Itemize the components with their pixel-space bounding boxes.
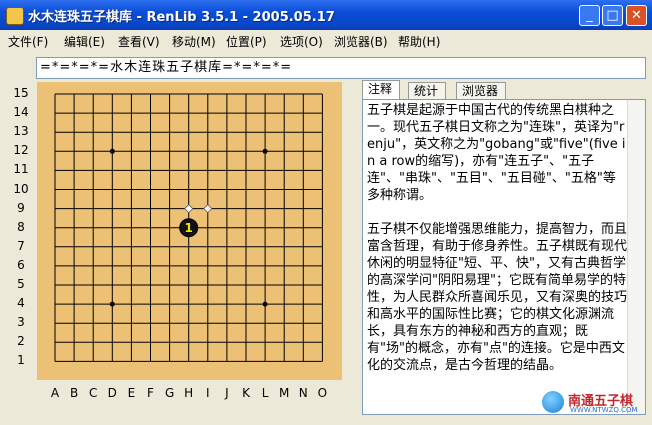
col-label: M bbox=[279, 386, 290, 400]
row-label: 9 bbox=[17, 200, 25, 215]
menu-position[interactable]: 位置(P) bbox=[226, 33, 267, 50]
vertical-scrollbar[interactable] bbox=[627, 100, 645, 414]
menu-view[interactable]: 查看(V) bbox=[118, 33, 160, 50]
col-label: F bbox=[147, 386, 154, 400]
window-title: 水木连珠五子棋库 - RenLib 3.5.1 - 2005.05.17 bbox=[28, 10, 335, 25]
row-label: 5 bbox=[17, 277, 25, 291]
col-label: C bbox=[88, 386, 98, 400]
row-label: 12 bbox=[13, 143, 29, 158]
col-label: H bbox=[184, 386, 194, 400]
col-label: B bbox=[69, 386, 79, 400]
row-label: 10 bbox=[13, 181, 29, 196]
row-label: 4 bbox=[17, 296, 25, 311]
tab-statistics[interactable]: 统计 bbox=[408, 82, 446, 99]
row-label: 6 bbox=[17, 257, 25, 272]
col-label: N bbox=[298, 386, 308, 400]
maximize-button[interactable]: □ bbox=[602, 5, 623, 26]
stone-number: 1 bbox=[185, 221, 193, 235]
candidate-marker[interactable] bbox=[184, 204, 194, 214]
row-label: 3 bbox=[17, 315, 25, 330]
board-grid: 1 bbox=[54, 93, 323, 362]
row-label: 7 bbox=[17, 238, 25, 253]
row-label: 14 bbox=[13, 105, 29, 120]
menu-move[interactable]: 移动(M) bbox=[172, 33, 216, 50]
col-label: A bbox=[50, 386, 60, 400]
star-point bbox=[109, 148, 115, 154]
tab-browser[interactable]: 浏览器 bbox=[456, 82, 506, 99]
logo-url: WWW.NTWZQ.COM bbox=[570, 406, 638, 414]
col-label: E bbox=[127, 386, 136, 400]
star-point bbox=[262, 148, 268, 154]
row-label: 8 bbox=[17, 219, 25, 234]
game-board[interactable]: 1 bbox=[37, 82, 342, 380]
menu-bar: 文件(F) 编辑(E) 查看(V) 移动(M) 位置(P) 选项(O) 浏览器(… bbox=[0, 30, 652, 50]
logo-icon bbox=[542, 391, 564, 413]
col-label: L bbox=[261, 386, 269, 400]
star-point bbox=[262, 301, 268, 307]
col-label: G bbox=[164, 386, 175, 400]
col-label: O bbox=[317, 386, 328, 400]
tab-comment[interactable]: 注释 bbox=[362, 80, 400, 99]
board-area: 15 14 13 12 11 10 9 8 7 6 5 4 3 2 1 ABCDEFGHI JKLMNO 1 bbox=[8, 82, 356, 415]
menu-file[interactable]: 文件(F) bbox=[8, 33, 48, 50]
row-label: 13 bbox=[13, 124, 29, 139]
comment-line-field[interactable]: =*=*=*=水木连珠五子棋库=*=*=*= bbox=[36, 57, 646, 79]
col-label: D bbox=[107, 386, 117, 400]
watermark-logo: 南通五子棋 WWW.NTWZQ.COM bbox=[540, 390, 644, 416]
candidate-marker[interactable] bbox=[203, 204, 213, 214]
menu-options[interactable]: 选项(O) bbox=[280, 33, 323, 50]
menu-help[interactable]: 帮助(H) bbox=[398, 33, 440, 50]
menu-browser[interactable]: 浏览器(B) bbox=[334, 33, 388, 50]
row-label: 15 bbox=[13, 86, 29, 100]
col-label: I bbox=[206, 386, 210, 400]
menu-edit[interactable]: 编辑(E) bbox=[64, 33, 105, 50]
minimize-button[interactable]: _ bbox=[579, 5, 600, 26]
title-bar: 水木连珠五子棋库 - RenLib 3.5.1 - 2005.05.17 _ □… bbox=[0, 0, 652, 30]
col-label: K bbox=[242, 386, 250, 400]
comment-panel[interactable]: 五子棋是起源于中国古代的传统黑白棋种之一。现代五子棋日文称之为"连珠"，英译为"… bbox=[362, 99, 646, 415]
comment-text: 五子棋是起源于中国古代的传统黑白棋种之一。现代五子棋日文称之为"连珠"，英译为"… bbox=[367, 103, 628, 373]
row-label: 2 bbox=[17, 334, 25, 349]
row-label: 1 bbox=[17, 353, 25, 368]
star-point bbox=[109, 301, 115, 307]
row-label: 11 bbox=[13, 162, 29, 177]
close-button[interactable]: ✕ bbox=[626, 5, 647, 26]
app-icon[interactable] bbox=[6, 7, 24, 25]
col-label: J bbox=[225, 386, 229, 400]
